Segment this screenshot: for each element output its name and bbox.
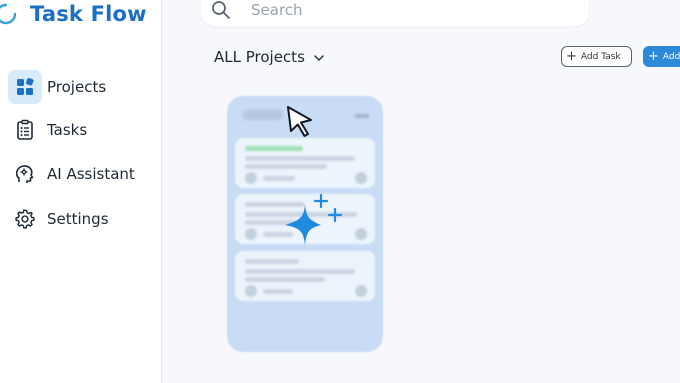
add-task-button[interactable]: + Add Task bbox=[561, 46, 632, 67]
search-icon bbox=[212, 1, 230, 19]
sidebar-item-settings[interactable]: Settings bbox=[0, 201, 162, 237]
sparkle-icon bbox=[285, 193, 343, 245]
card-menu-icon bbox=[355, 114, 369, 118]
search-input[interactable]: Search bbox=[201, 0, 589, 26]
add-button[interactable]: + Add bbox=[643, 46, 680, 67]
sidebar-item-ai-assistant[interactable]: AI Assistant bbox=[0, 156, 162, 192]
card-title-placeholder bbox=[243, 110, 283, 120]
gear-icon bbox=[8, 202, 42, 236]
sidebar-item-projects[interactable]: Projects bbox=[0, 69, 162, 105]
clipboard-icon bbox=[8, 113, 42, 147]
brand: Task Flow bbox=[0, 0, 162, 32]
projects-icon bbox=[8, 70, 42, 104]
plus-icon: + bbox=[648, 49, 659, 64]
sidebar-item-label: Tasks bbox=[47, 121, 88, 139]
projects-dropdown-label: ALL Projects bbox=[214, 48, 305, 66]
logo-icon bbox=[0, 3, 17, 25]
task-placeholder bbox=[235, 251, 375, 301]
sidebar-item-tasks[interactable]: Tasks bbox=[0, 112, 162, 148]
cursor-icon bbox=[287, 106, 312, 137]
sidebar-item-label: Settings bbox=[47, 210, 109, 228]
chevron-down-icon bbox=[314, 55, 324, 61]
sidebar-item-label: Projects bbox=[47, 78, 107, 96]
sidebar-item-label: AI Assistant bbox=[47, 165, 135, 183]
task-placeholder bbox=[235, 138, 375, 188]
add-task-label: Add Task bbox=[580, 51, 621, 62]
projects-dropdown[interactable]: ALL Projects bbox=[214, 48, 325, 66]
ai-head-icon bbox=[8, 157, 42, 191]
search-placeholder: Search bbox=[251, 1, 303, 19]
sidebar: Task Flow Projects Tasks AI Assistant Se… bbox=[0, 0, 162, 383]
add-label: Add bbox=[662, 51, 680, 62]
app-title: Task Flow bbox=[30, 2, 147, 26]
plus-icon: + bbox=[566, 49, 577, 64]
